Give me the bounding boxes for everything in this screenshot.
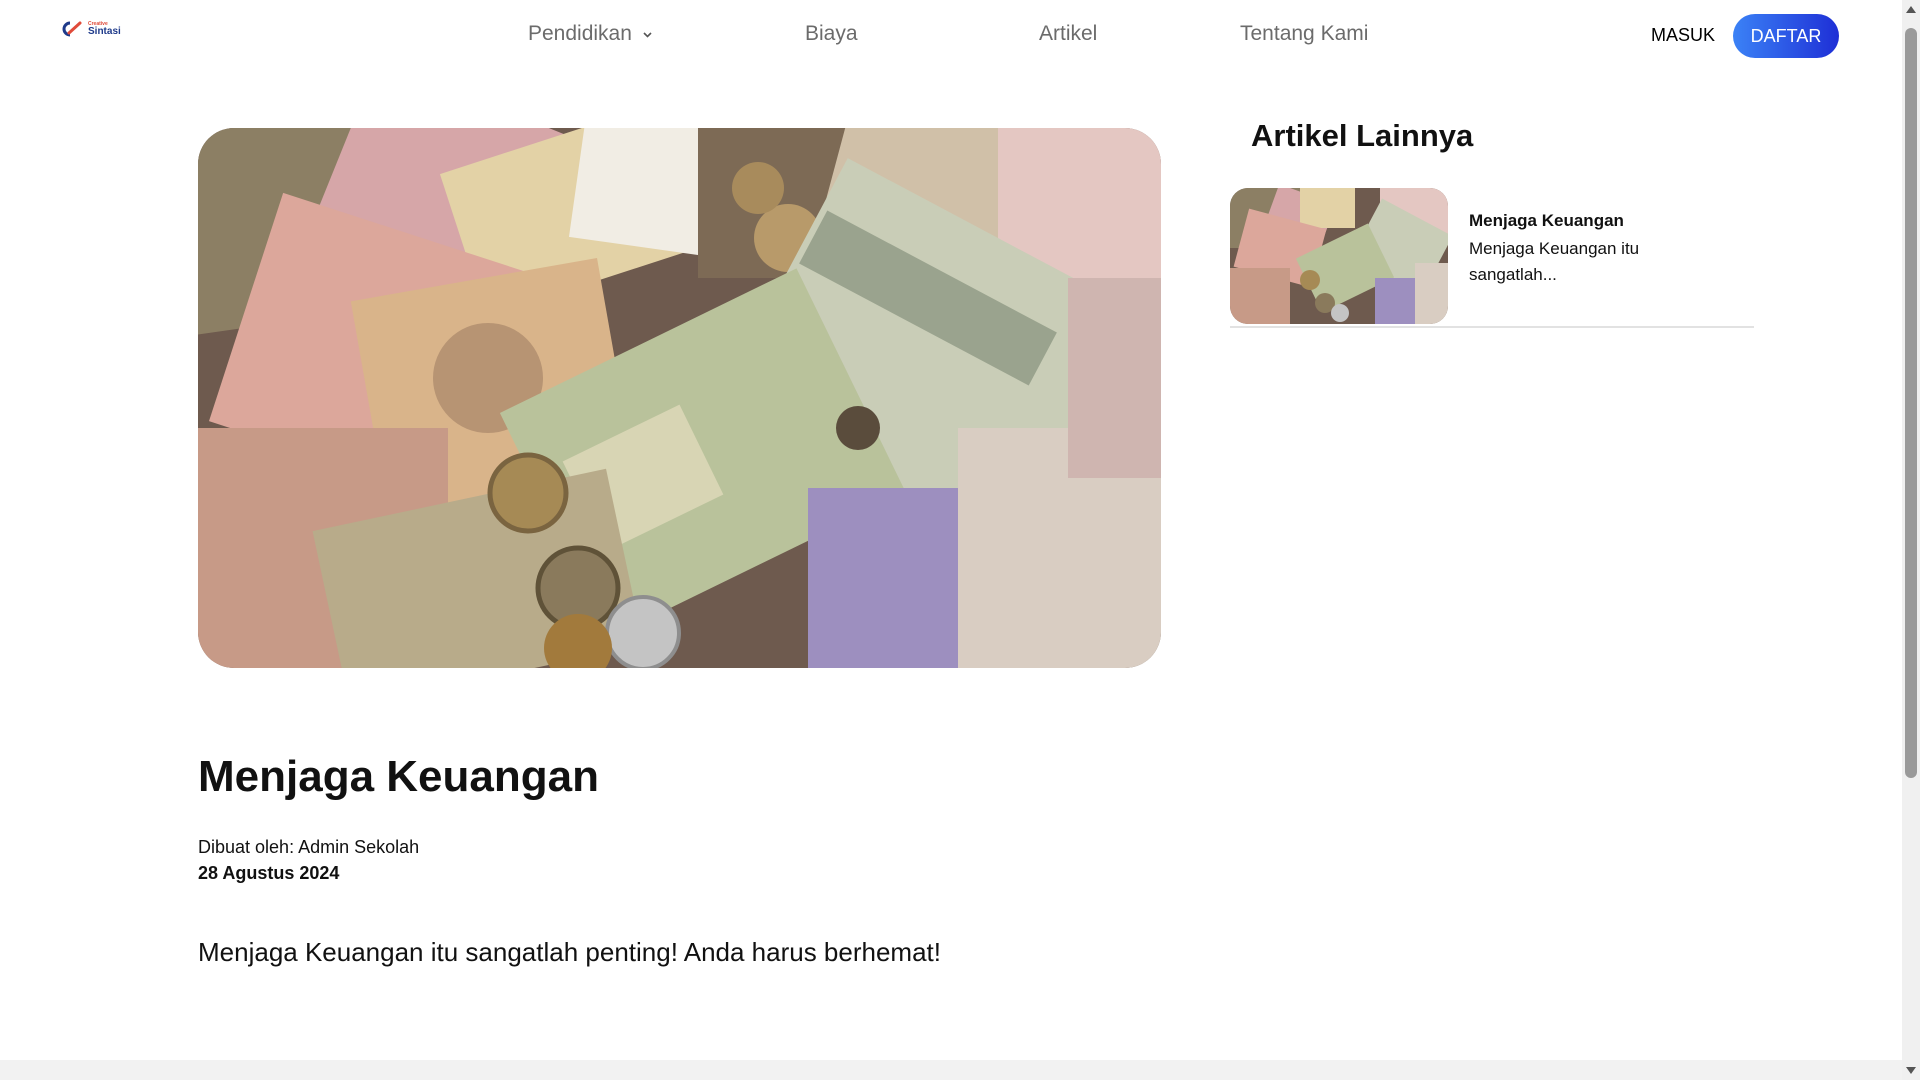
nav-pendidikan[interactable]: Pendidikan — [528, 22, 653, 46]
article-date: 28 Agustus 2024 — [198, 863, 340, 883]
login-link[interactable]: MASUK — [1651, 25, 1715, 46]
logo[interactable]: Creative Sintasi — [60, 20, 121, 38]
logo-mark-icon — [62, 21, 82, 37]
register-button[interactable]: DAFTAR — [1733, 14, 1839, 58]
article-hero-image — [198, 128, 1161, 668]
article-body: Menjaga Keuangan itu sangatlah penting! … — [198, 937, 941, 967]
nav-artikel[interactable]: Artikel — [1039, 22, 1097, 46]
nav-biaya[interactable]: Biaya — [805, 22, 858, 46]
nav-tentang-kami-label: Tentang Kami — [1240, 22, 1369, 45]
related-article-title: Menjaga Keuangan — [1469, 211, 1624, 230]
money-thumbnail-image — [1230, 188, 1448, 324]
logo-text: Creative Sintasi — [88, 21, 121, 37]
scroll-down-arrow-icon[interactable] — [1906, 1067, 1916, 1074]
footer-band — [0, 1060, 1902, 1080]
related-article-excerpt: Menjaga Keuangan itu sangatlah... — [1469, 239, 1640, 284]
site-header: Creative Sintasi Pendidikan Biaya Artike… — [0, 0, 1902, 72]
article-title: Menjaga Keuangan — [198, 752, 599, 801]
related-article-card[interactable]: Menjaga Keuangan Menjaga Keuangan itu sa… — [1230, 188, 1754, 328]
nav-biaya-label: Biaya — [805, 22, 858, 45]
money-banknotes-image — [198, 128, 1161, 668]
vertical-scrollbar[interactable] — [1902, 0, 1920, 1080]
nav-tentang-kami[interactable]: Tentang Kami — [1240, 22, 1368, 46]
nav-artikel-label: Artikel — [1039, 22, 1098, 45]
sidebar-title: Artikel Lainnya — [1251, 118, 1474, 153]
scrollbar-thumb[interactable] — [1905, 28, 1917, 778]
scroll-up-arrow-icon[interactable] — [1906, 6, 1916, 13]
logo-name: Sintasi — [88, 25, 121, 37]
article-author: Dibuat oleh: Admin Sekolah — [198, 837, 420, 857]
chevron-down-icon — [643, 31, 652, 38]
nav-pendidikan-label: Pendidikan — [528, 22, 632, 45]
related-article-thumbnail — [1230, 188, 1448, 324]
